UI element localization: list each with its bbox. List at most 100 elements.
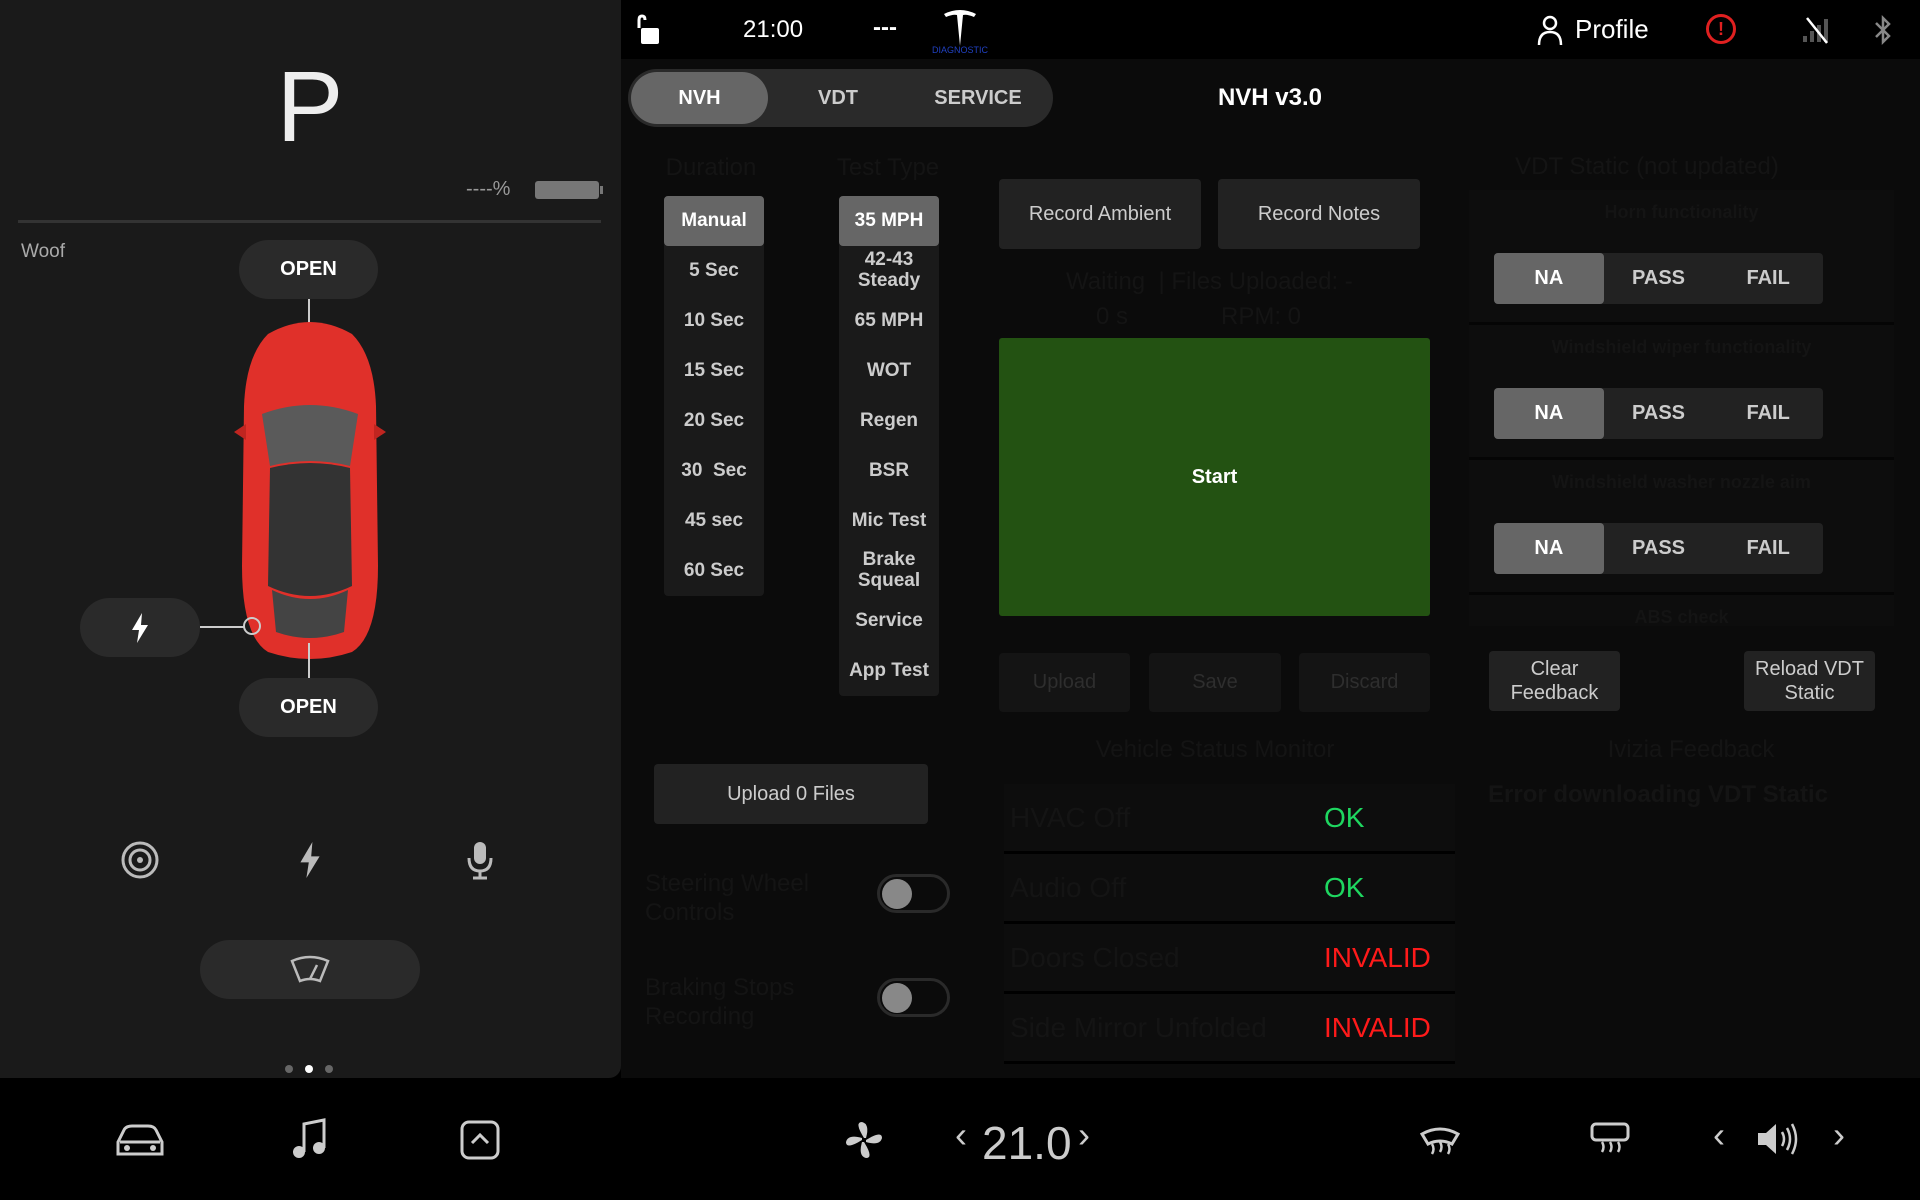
- pass-option[interactable]: PASS: [1604, 253, 1714, 304]
- fail-option[interactable]: FAIL: [1713, 388, 1823, 439]
- start-button[interactable]: Start: [999, 338, 1430, 616]
- record-ambient-button[interactable]: Record Ambient: [999, 179, 1201, 249]
- app-launcher-icon[interactable]: [460, 1120, 500, 1160]
- duration-option[interactable]: 10 Sec: [664, 296, 764, 346]
- temp-decrease-button[interactable]: ‹: [955, 1114, 967, 1156]
- test-type-option[interactable]: App Test: [839, 646, 939, 696]
- test-type-option[interactable]: Brake Squeal: [839, 546, 939, 596]
- rear-defrost-icon[interactable]: [1588, 1120, 1632, 1158]
- test-type-option[interactable]: 35 MPH: [839, 196, 939, 246]
- test-type-option[interactable]: BSR: [839, 446, 939, 496]
- status-bar: 21:00 --- DIAGNOSTIC Profile !: [621, 0, 1920, 59]
- discard-button[interactable]: Discard: [1299, 653, 1430, 712]
- page-dot-active[interactable]: [305, 1065, 313, 1073]
- bluetooth-icon[interactable]: [1873, 14, 1893, 46]
- volume-icon[interactable]: [1755, 1120, 1803, 1158]
- status-row: Audio Off OK: [1004, 854, 1455, 924]
- page-dot[interactable]: [325, 1065, 333, 1073]
- duration-option[interactable]: 15 Sec: [664, 346, 764, 396]
- charge-port-button[interactable]: [80, 598, 200, 657]
- front-defrost-icon[interactable]: [1418, 1122, 1462, 1158]
- upload-files-button[interactable]: Upload 0 Files: [654, 764, 928, 824]
- battery-percent: ----%: [466, 178, 511, 200]
- save-button[interactable]: Save: [1149, 653, 1281, 712]
- reload-vdt-static-button[interactable]: Reload VDT Static: [1744, 651, 1875, 711]
- open-frunk-button[interactable]: OPEN: [239, 240, 378, 299]
- vdt-static-list[interactable]: Horn functionality NA PASS FAIL Windshield…: [1469, 190, 1894, 626]
- outside-temp: ---: [873, 14, 897, 41]
- clear-feedback-button[interactable]: Clear Feedback: [1489, 651, 1620, 711]
- profile-icon[interactable]: [1537, 15, 1563, 45]
- steering-wheel-toggle[interactable]: [877, 874, 950, 913]
- fan-icon[interactable]: [844, 1120, 884, 1160]
- pass-option[interactable]: PASS: [1604, 388, 1714, 439]
- microphone-icon[interactable]: [455, 835, 505, 885]
- duration-option[interactable]: 45 sec: [664, 496, 764, 546]
- status-row: HVAC Off OK: [1004, 784, 1455, 854]
- tab-service[interactable]: SERVICE: [908, 72, 1048, 124]
- test-type-option[interactable]: 42-43 Steady: [839, 246, 939, 296]
- camera-icon[interactable]: [115, 835, 165, 885]
- test-type-option[interactable]: Regen: [839, 396, 939, 446]
- test-type-option[interactable]: 65 MPH: [839, 296, 939, 346]
- vehicle-status-table: HVAC Off OK Audio Off OK Doors Closed INVAL…: [1004, 784, 1455, 1064]
- vdt-item: Horn functionality NA PASS FAIL: [1469, 190, 1894, 325]
- vdt-item: Windshield washer nozzle aim NA PASS FAIL: [1469, 460, 1894, 595]
- vdt-item-label: Windshield wiper functionality: [1551, 337, 1812, 357]
- volume-down-button[interactable]: ‹: [1713, 1114, 1725, 1156]
- vdt-item-label: ABS check: [1634, 607, 1729, 626]
- unlock-icon[interactable]: [635, 14, 661, 46]
- test-type-option[interactable]: Mic Test: [839, 496, 939, 546]
- vehicle-panel: P ----% Woof OPEN OPEN: [0, 0, 621, 1078]
- duration-option[interactable]: 20 Sec: [664, 396, 764, 446]
- na-option[interactable]: NA: [1494, 523, 1604, 574]
- duration-title: Duration: [665, 154, 757, 181]
- temp-increase-button[interactable]: ›: [1078, 1114, 1090, 1156]
- vdt-item-label: Windshield washer nozzle aim: [1552, 472, 1811, 492]
- page-dots[interactable]: [285, 1065, 333, 1073]
- status-row: Side Mirror Unfolded INVALID: [1004, 994, 1455, 1064]
- tesla-logo[interactable]: [940, 8, 980, 48]
- na-option[interactable]: NA: [1494, 253, 1604, 304]
- divider: [18, 220, 601, 223]
- volume-up-button[interactable]: ›: [1833, 1114, 1845, 1156]
- trunk-line: [308, 643, 310, 679]
- profile-label[interactable]: Profile: [1575, 14, 1649, 45]
- duration-list: Manual 5 Sec 10 Sec 15 Sec 20 Sec 30 Sec…: [664, 196, 764, 596]
- duration-option[interactable]: 30 Sec: [664, 446, 764, 496]
- record-notes-button[interactable]: Record Notes: [1218, 179, 1420, 249]
- music-icon[interactable]: [292, 1118, 328, 1160]
- status-name: Audio Off: [1010, 871, 1127, 903]
- elapsed-time: 0 s: [1096, 303, 1129, 330]
- pass-option[interactable]: PASS: [1604, 523, 1714, 574]
- ivizia-title: Ivizia Feedback: [1607, 736, 1775, 763]
- car-icon[interactable]: [114, 1122, 166, 1158]
- open-trunk-button[interactable]: OPEN: [239, 678, 378, 737]
- result-selector: NA PASS FAIL: [1494, 523, 1823, 574]
- lightning-icon[interactable]: [285, 835, 335, 885]
- fail-option[interactable]: FAIL: [1713, 523, 1823, 574]
- wiper-button[interactable]: [200, 940, 420, 999]
- page-dot[interactable]: [285, 1065, 293, 1073]
- duration-option[interactable]: Manual: [664, 196, 764, 246]
- bottom-bar: ‹ 21.0 › ‹ ›: [0, 1078, 1920, 1200]
- vdt-item: Windshield wiper functionality NA PASS FAI…: [1469, 325, 1894, 460]
- test-type-option[interactable]: Service: [839, 596, 939, 646]
- fail-option[interactable]: FAIL: [1713, 253, 1823, 304]
- lightning-icon: [132, 612, 148, 643]
- duration-option[interactable]: 5 Sec: [664, 246, 764, 296]
- status-value: OK: [1324, 871, 1365, 903]
- duration-option[interactable]: 60 Sec: [664, 546, 764, 596]
- upload-button[interactable]: Upload: [999, 653, 1130, 712]
- alert-icon[interactable]: !: [1706, 14, 1736, 44]
- braking-stops-toggle[interactable]: [877, 978, 950, 1017]
- charge-line: [200, 626, 244, 628]
- tab-nvh[interactable]: NVH: [631, 72, 768, 124]
- test-type-option[interactable]: WOT: [839, 346, 939, 396]
- battery-icon: [535, 181, 603, 199]
- tab-vdt[interactable]: VDT: [768, 72, 908, 124]
- recording-status: Waiting | Files Uploaded: -: [1066, 268, 1353, 295]
- diagnostic-label: DIAGNOSTIC: [931, 45, 988, 55]
- status-name: Doors Closed: [1010, 941, 1180, 973]
- na-option[interactable]: NA: [1494, 388, 1604, 439]
